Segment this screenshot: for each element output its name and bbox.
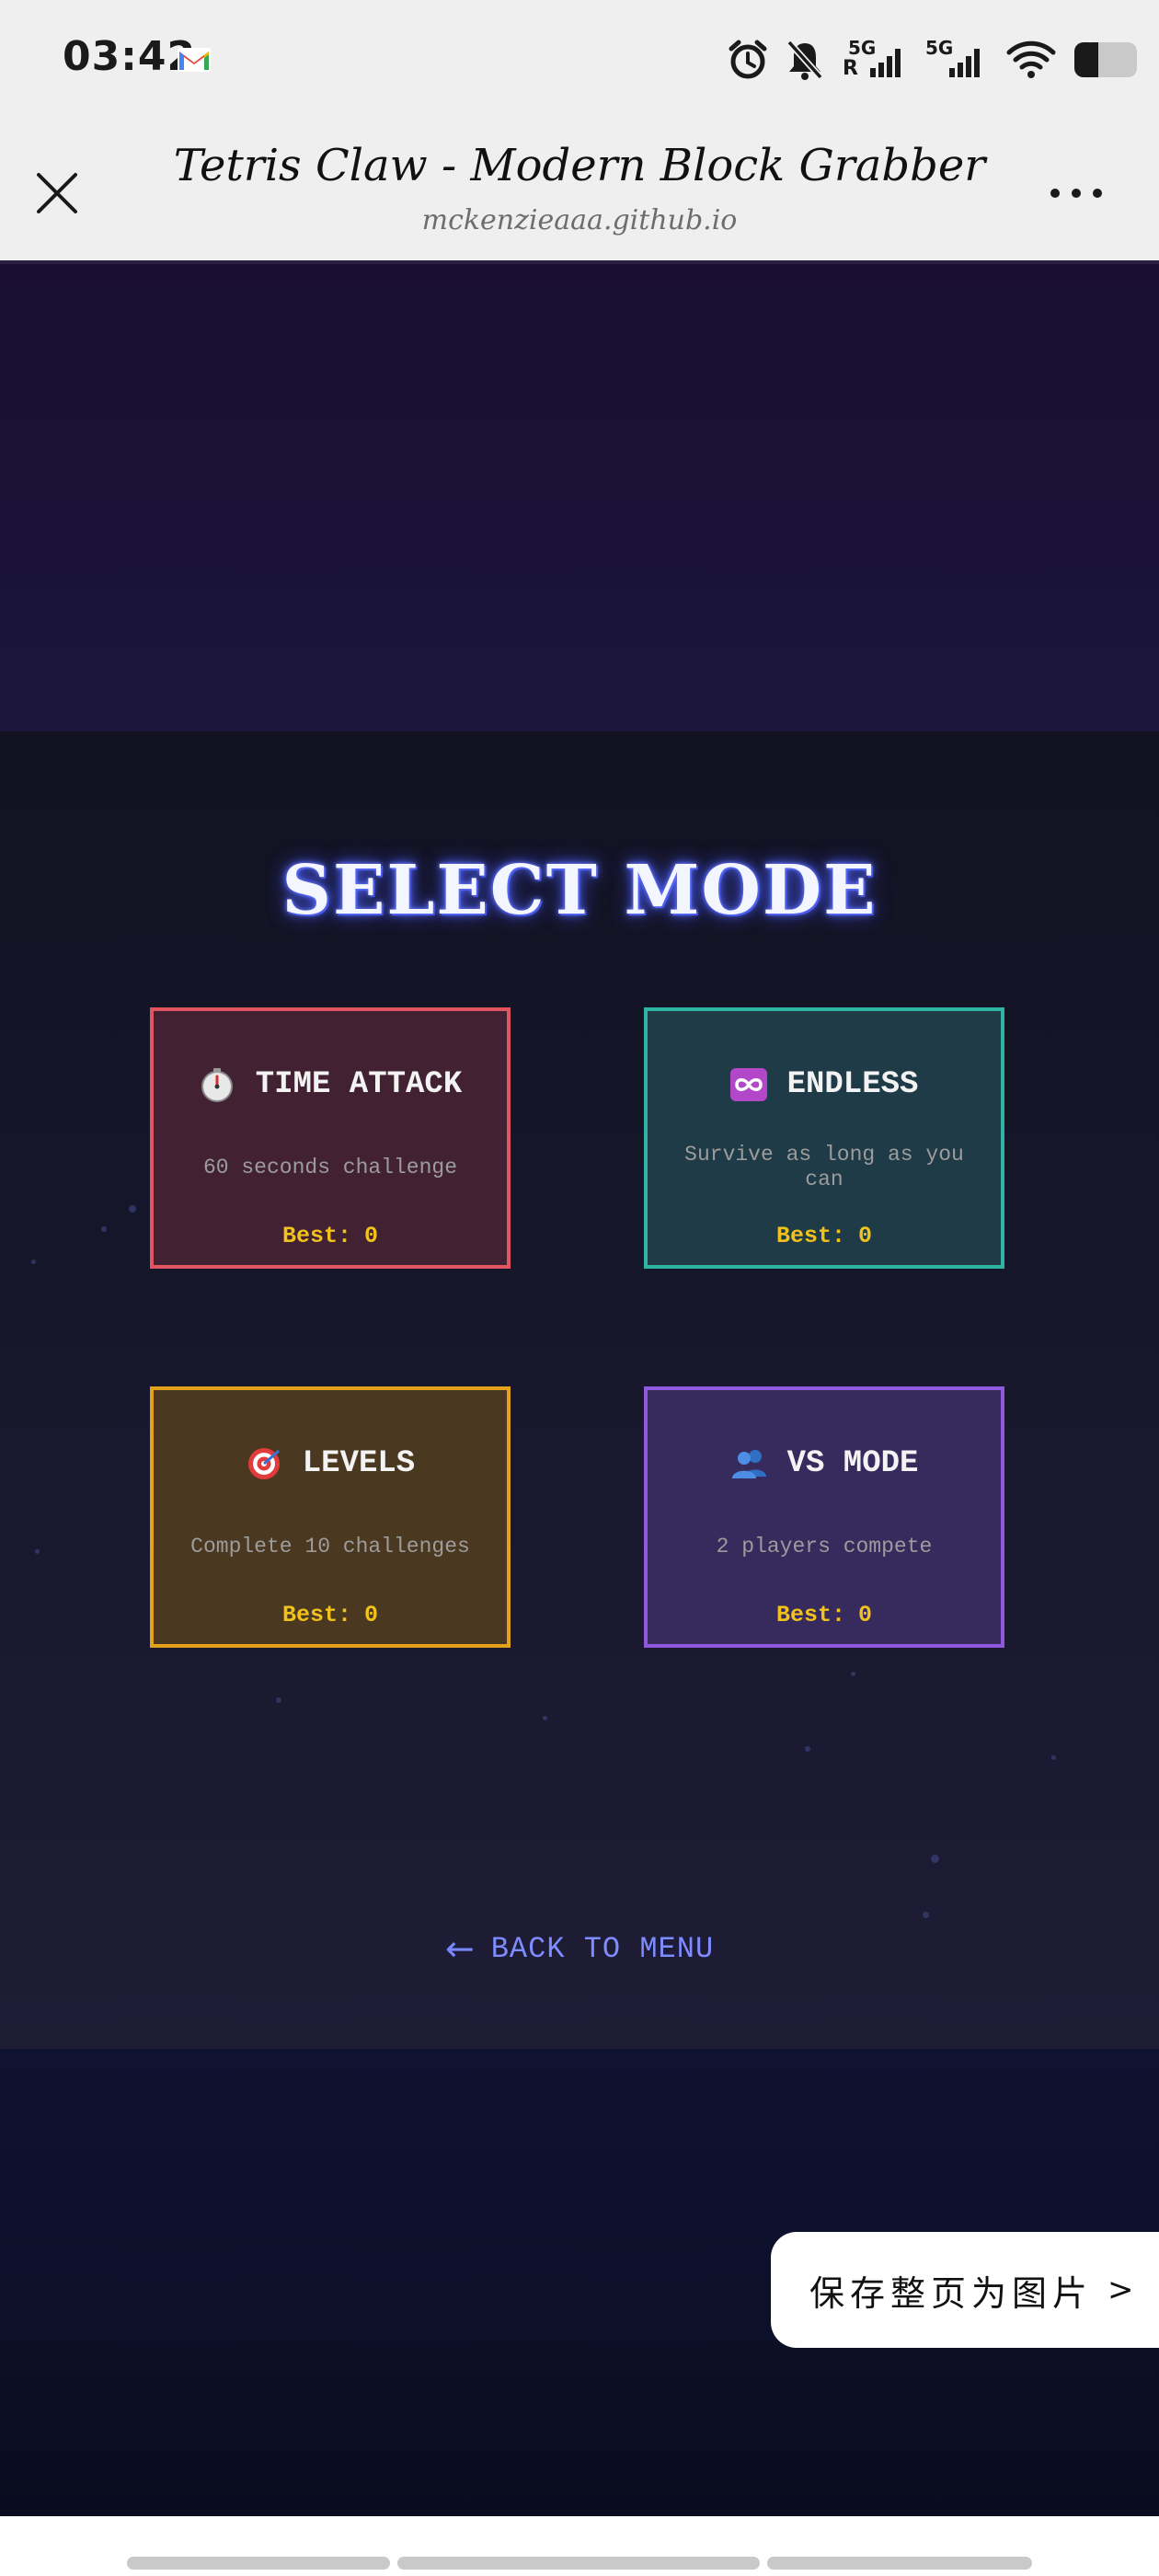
mode-best-score: Best: 0 [648, 1602, 1001, 1628]
stopwatch-icon [201, 1068, 233, 1102]
particle [543, 1716, 547, 1720]
bell-off-icon [786, 40, 823, 80]
players-icon [731, 1450, 766, 1478]
mode-name: TIME ATTACK [255, 1067, 463, 1102]
page-background-top [0, 264, 1159, 731]
mode-name: ENDLESS [786, 1067, 919, 1102]
select-mode-heading: SELECT MODE [281, 851, 878, 930]
card-header: TIME ATTACK [154, 1066, 507, 1103]
network-1: 5G R [841, 37, 907, 81]
best-label: Best: [281, 1602, 351, 1628]
mode-description: 2 players compete [716, 1535, 933, 1558]
particle [805, 1746, 810, 1752]
gmail-icon [178, 48, 211, 72]
particle [101, 1226, 107, 1232]
best-value: 0 [364, 1602, 379, 1628]
network-1-sub: R [843, 57, 858, 80]
particle [35, 1549, 40, 1554]
nav-segment [127, 2557, 390, 2570]
page-title: Tetris Claw - Modern Block Grabber [173, 140, 986, 191]
mode-description: Survive as long as you can [684, 1143, 964, 1191]
best-value: 0 [858, 1602, 873, 1628]
mode-best-score: Best: 0 [154, 1602, 507, 1628]
status-icons: 5G R 5G [727, 35, 1141, 85]
particle [851, 1672, 855, 1676]
mode-description: 60 seconds challenge [202, 1156, 458, 1179]
page-url: mckenzieaaa.github.io [421, 204, 738, 236]
particle [129, 1205, 136, 1213]
best-label: Best: [775, 1223, 845, 1249]
save-page-label: 保存整页为图片 [809, 2272, 1094, 2314]
mode-name: LEVELS [302, 1446, 416, 1481]
particle [31, 1259, 36, 1264]
particle [1051, 1755, 1056, 1760]
best-value: 0 [858, 1223, 873, 1249]
best-label: Best: [775, 1602, 845, 1628]
mode-best-score: Best: 0 [648, 1223, 1001, 1249]
mode-card-vs-mode[interactable]: VS MODE 2 players compete Best: 0 [644, 1386, 1004, 1648]
more-icon[interactable] [1044, 175, 1108, 212]
back-arrow-icon: ← [444, 1928, 475, 1969]
mode-best-score: Best: 0 [154, 1223, 507, 1249]
card-header: VS MODE [648, 1445, 1001, 1482]
mode-card-time-attack[interactable]: TIME ATTACK 60 seconds challenge Best: 0 [150, 1007, 511, 1269]
best-value: 0 [364, 1223, 379, 1249]
wifi-icon [1006, 40, 1056, 78]
signal-icon [949, 49, 980, 77]
save-page-as-image-button[interactable]: 保存整页为图片 > [771, 2232, 1159, 2348]
screen: 03:42 5G R 5G Tetris Claw - Modern Block… [0, 0, 1159, 2576]
close-icon[interactable] [29, 166, 85, 221]
nav-segment [397, 2557, 760, 2570]
card-header: ENDLESS [648, 1066, 1001, 1103]
system-nav-bar [0, 2516, 1159, 2576]
mode-description: Complete 10 challenges [190, 1535, 470, 1558]
mode-card-levels[interactable]: LEVELS Complete 10 challenges Best: 0 [150, 1386, 511, 1648]
mode-name: VS MODE [786, 1446, 919, 1481]
particle [931, 1855, 939, 1863]
infinity-icon [729, 1068, 767, 1101]
back-to-menu-button[interactable]: ← BACK TO MENU [414, 1923, 745, 1974]
alarm-icon [729, 40, 767, 79]
battery-icon [1074, 42, 1137, 77]
particle [276, 1697, 281, 1703]
card-header: LEVELS [154, 1445, 507, 1482]
chevron-right-icon: > [1107, 2271, 1134, 2308]
browser-title-bar: Tetris Claw - Modern Block Grabber mcken… [0, 120, 1159, 264]
nav-segment [767, 2557, 1032, 2570]
particle [923, 1912, 929, 1918]
best-label: Best: [281, 1223, 351, 1249]
mode-card-endless[interactable]: ENDLESS Survive as long as you can Best:… [644, 1007, 1004, 1269]
back-to-menu-label: BACK TO MENU [490, 1931, 715, 1966]
signal-icon [870, 49, 901, 77]
target-icon [247, 1448, 280, 1479]
status-bar: 03:42 5G R 5G [0, 0, 1159, 120]
network-2: 5G [924, 37, 990, 81]
